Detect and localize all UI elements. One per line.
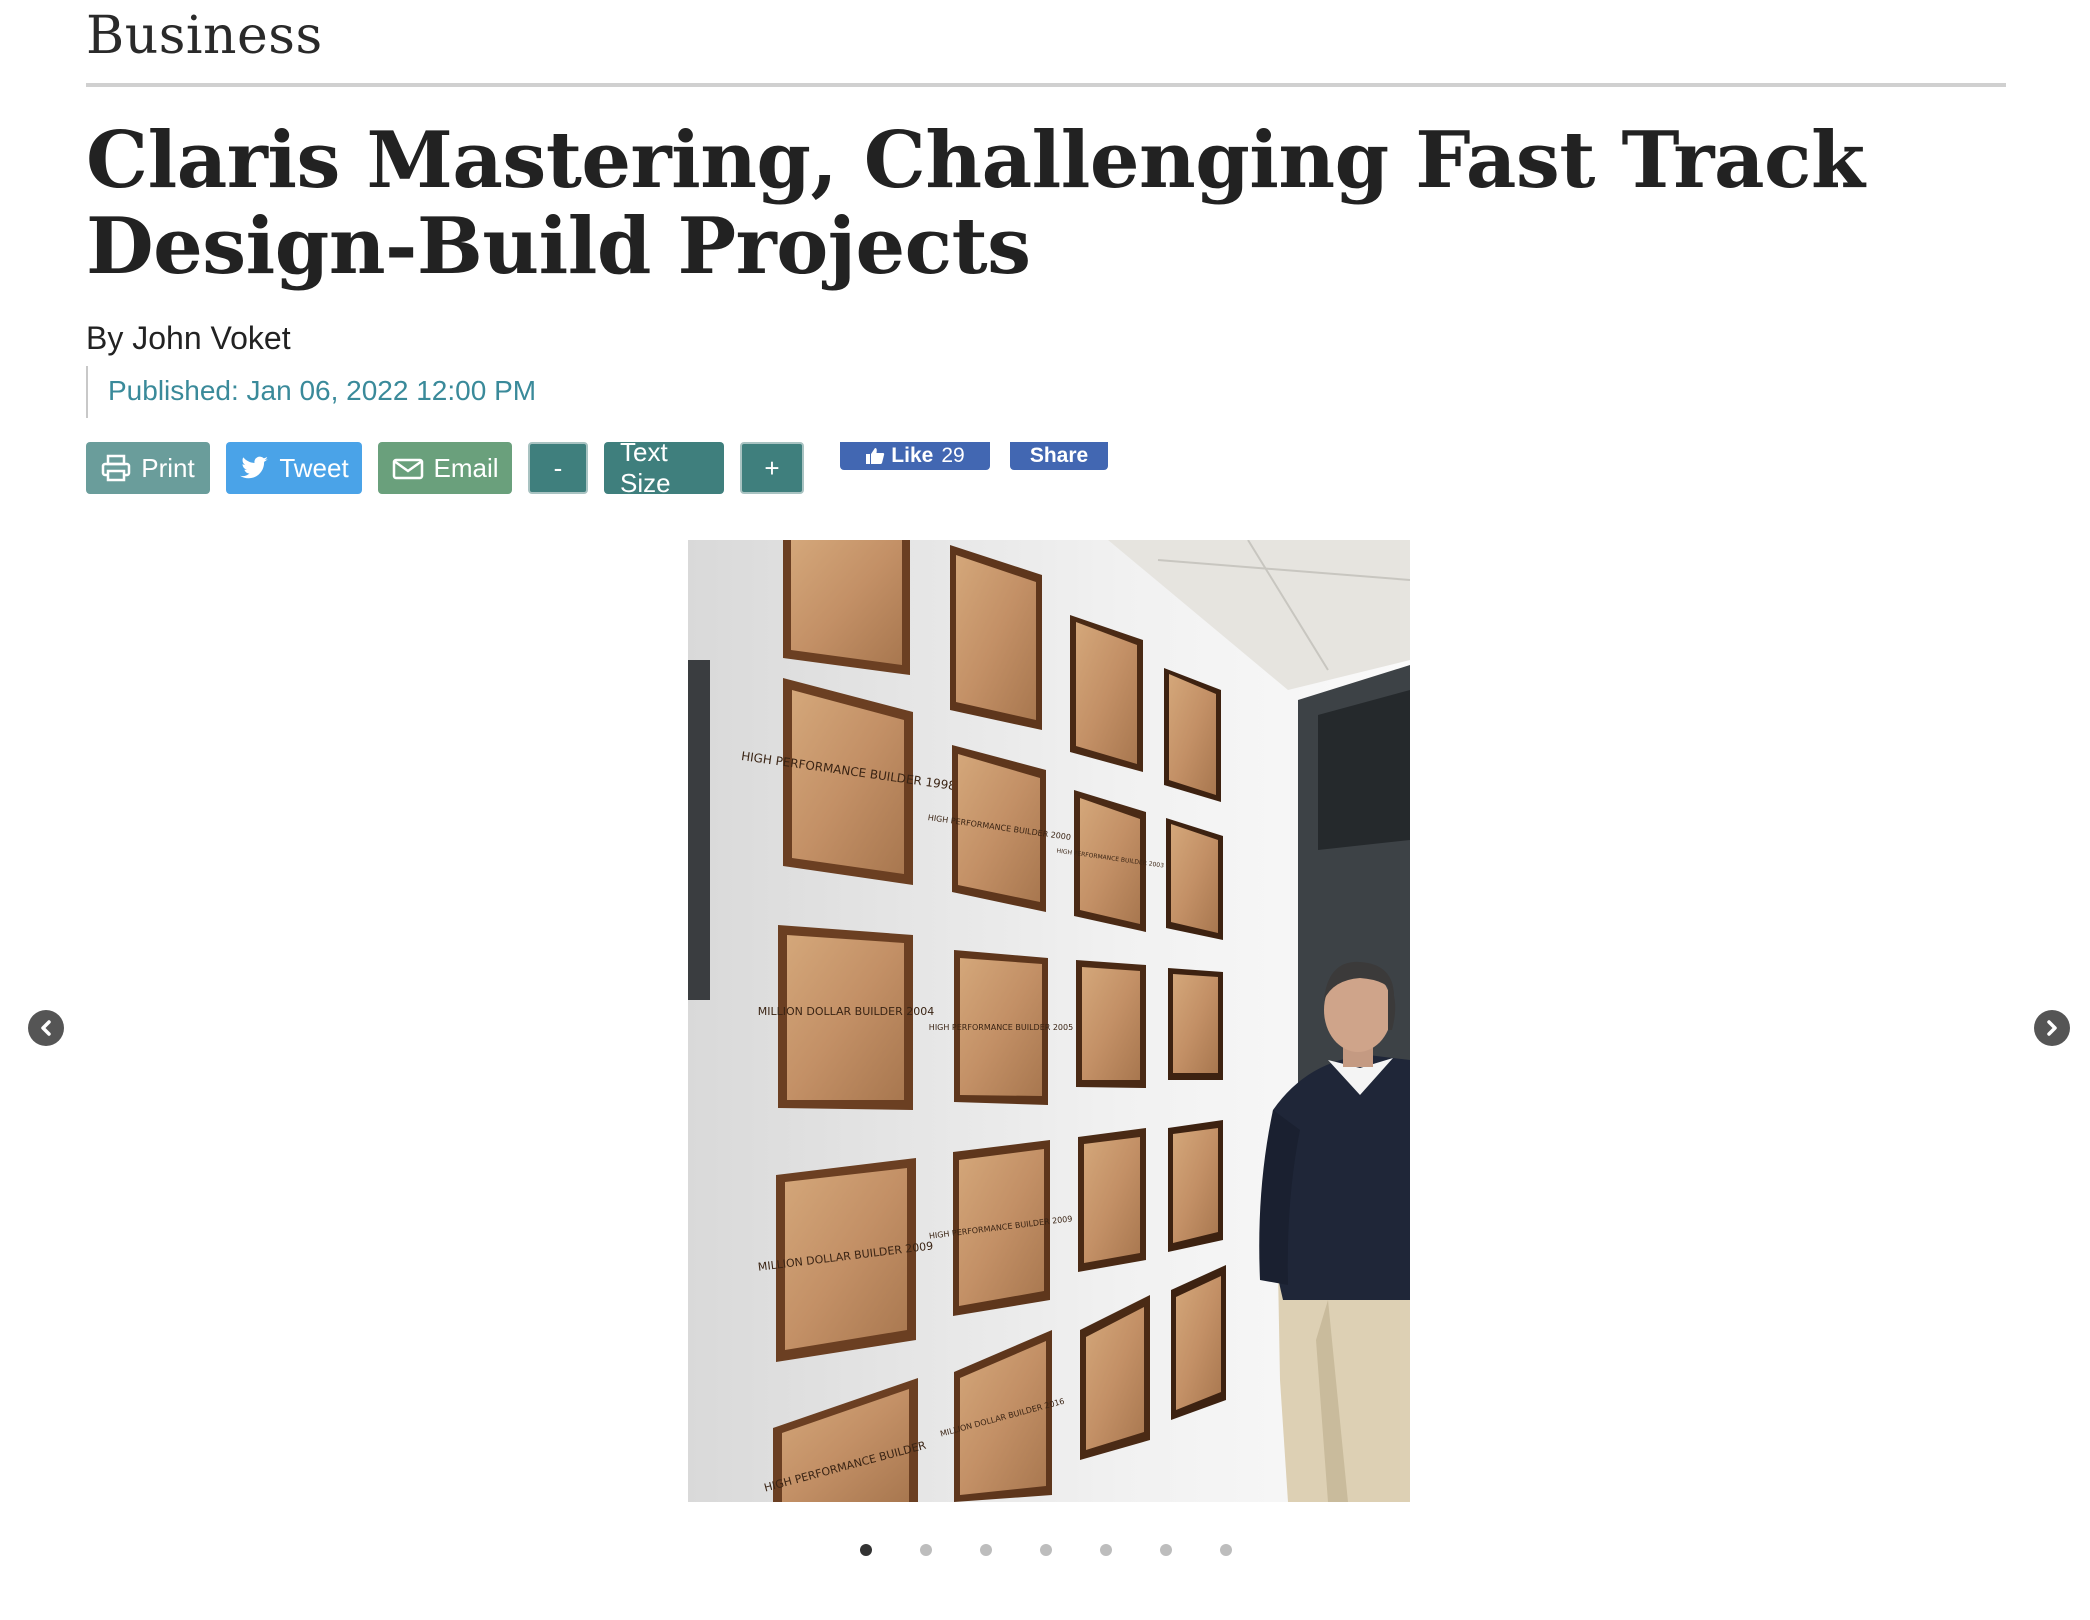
plaque-text-r2c1: MILLION DOLLAR BUILDER 2004: [758, 1005, 934, 1018]
plaque-r0c2: [950, 545, 1042, 730]
section-divider: [86, 83, 2006, 87]
gallery-dot[interactable]: [1040, 1544, 1052, 1556]
printer-icon: [101, 453, 131, 483]
published-date: Published: Jan 06, 2022 12:00 PM: [86, 366, 536, 418]
gallery-dot[interactable]: [980, 1544, 992, 1556]
plaque-text-r2c2: HIGH PERFORMANCE BUILDER 2005: [929, 1023, 1073, 1032]
gallery-dot[interactable]: [860, 1544, 872, 1556]
like-label: Like: [891, 444, 934, 467]
text-larger-button[interactable]: +: [740, 442, 804, 494]
email-button[interactable]: Email: [378, 442, 512, 494]
thumbs-up-icon: [865, 447, 885, 465]
text-smaller-button[interactable]: -: [528, 442, 588, 494]
article-photo: HIGH PERFORMANCE BUILDER 1998 HIGH PERFO…: [688, 540, 1410, 1502]
tweet-button[interactable]: Tweet: [226, 442, 362, 494]
tweet-label: Tweet: [279, 452, 349, 483]
facebook-share-button[interactable]: Share: [1010, 442, 1108, 470]
gallery-dot[interactable]: [1220, 1544, 1232, 1556]
chevron-right-icon: [2043, 1019, 2061, 1037]
article-toolbar: Print Tweet Email - Text Size +: [86, 437, 820, 498]
gallery-next-button[interactable]: [2034, 1010, 2070, 1046]
section-label[interactable]: Business: [86, 6, 323, 66]
plaque-r0c1: [783, 540, 910, 675]
gallery-prev-button[interactable]: [28, 1010, 64, 1046]
text-size-button[interactable]: Text Size: [604, 437, 724, 498]
envelope-icon: [392, 453, 424, 483]
facebook-like-button[interactable]: Like 29: [840, 442, 990, 470]
gallery-pagination: [860, 1544, 1280, 1556]
print-label: Print: [141, 452, 195, 483]
gallery-dot[interactable]: [1160, 1544, 1172, 1556]
like-count: 29: [941, 444, 965, 467]
gallery-dot[interactable]: [920, 1544, 932, 1556]
twitter-bird-icon: [239, 453, 269, 483]
gallery-dot[interactable]: [1100, 1544, 1112, 1556]
article-byline: By John Voket: [86, 320, 291, 356]
article-headline: Claris Mastering, Challenging Fast Track…: [86, 115, 1865, 292]
chevron-left-icon: [37, 1019, 55, 1037]
email-label: Email: [433, 452, 499, 483]
print-button[interactable]: Print: [86, 442, 210, 494]
